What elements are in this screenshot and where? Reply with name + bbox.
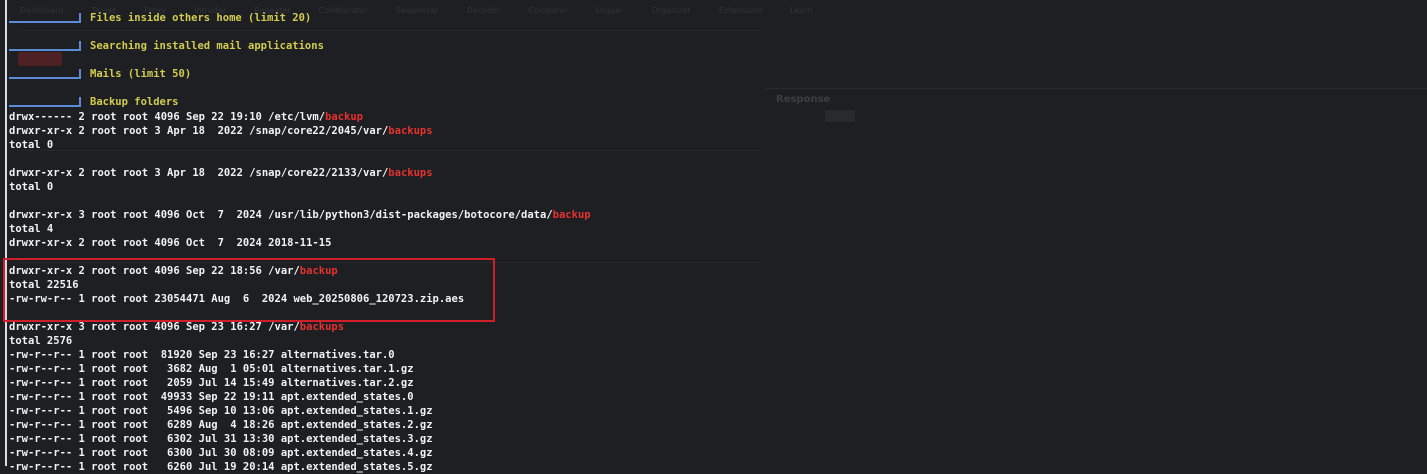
section-header: Mails (limit 50) [9,66,191,82]
terminal-line-text: drwxr-xr-x 3 root root 4096 Oct 7 2024 /… [9,209,553,221]
terminal-line-text: -rw-r--r-- 1 root root 6260 Jul 19 20:14… [9,461,433,473]
terminal-line: drwxr-xr-x 3 root root 4096 Oct 7 2024 /… [9,208,591,222]
terminal-line: drwx------ 2 root root 4096 Sep 22 19:10… [9,110,363,124]
terminal-line-text: -rw-r--r-- 1 root root 6302 Jul 31 13:30… [9,433,433,445]
terminal-line-text: total 4 [9,223,54,235]
terminal-window[interactable]: Files inside others home (limit 20) Sear… [0,0,1427,473]
terminal-highlight-text: backups [299,321,345,333]
terminal-line: drwxr-xr-x 2 root root 4096 Oct 7 2024 2… [9,236,331,250]
section-header: Backup folders [9,94,179,110]
section-header: Files inside others home (limit 20) [9,10,311,26]
section-header-text: Searching installed mail applications [90,40,324,52]
bracket-icon [9,69,81,79]
terminal-line-text: -rw-r--r-- 1 root root 49933 Sep 22 19:1… [9,391,414,403]
terminal-highlight-text: backups [388,125,433,137]
highlight-annotation-box [3,258,495,322]
terminal-line: -rw-r--r-- 1 root root 5496 Sep 10 13:06… [9,404,433,418]
bracket-icon [9,13,81,23]
terminal-line-text: -rw-r--r-- 1 root root 81920 Sep 23 16:2… [9,349,395,361]
terminal-highlight-text: backups [388,167,433,179]
terminal-line: total 2576 [9,334,72,348]
terminal-line-text: drwx------ 2 root root 4096 Sep 22 19:10… [9,111,326,123]
terminal-line-text: total 0 [9,181,54,193]
terminal-line-text: drwxr-xr-x 3 root root 4096 Sep 23 16:27… [9,321,300,333]
terminal-line-text: -rw-r--r-- 1 root root 2059 Jul 14 15:49… [9,377,414,389]
terminal-line: drwxr-xr-x 2 root root 3 Apr 18 2022 /sn… [9,166,433,180]
terminal-line: -rw-r--r-- 1 root root 2059 Jul 14 15:49… [9,376,414,390]
terminal-line: -rw-r--r-- 1 root root 6302 Jul 31 13:30… [9,432,433,446]
terminal-line: drwxr-xr-x 2 root root 3 Apr 18 2022 /sn… [9,124,433,138]
terminal-line-text: drwxr-xr-x 2 root root 3 Apr 18 2022 /sn… [9,167,389,179]
section-header: Searching installed mail applications [9,38,324,54]
terminal-line-text: -rw-r--r-- 1 root root 6289 Aug 4 18:26 … [9,419,433,431]
terminal-line: -rw-r--r-- 1 root root 81920 Sep 23 16:2… [9,348,395,362]
terminal-line: total 0 [9,180,53,194]
terminal-highlight-text: backup [325,111,364,123]
terminal-left-border [5,0,7,466]
terminal-line: drwxr-xr-x 3 root root 4096 Sep 23 16:27… [9,320,344,334]
terminal-highlight-text: backup [552,209,591,221]
terminal-line-text: -rw-r--r-- 1 root root 5496 Sep 10 13:06… [9,405,433,417]
section-header-text: Files inside others home (limit 20) [90,12,312,24]
terminal-line-text: total 0 [9,139,54,151]
section-header-text: Mails (limit 50) [90,68,192,80]
terminal-line-text: total 2576 [9,335,73,347]
terminal-line-text: drwxr-xr-x 2 root root 3 Apr 18 2022 /sn… [9,125,389,137]
terminal-line-text: -rw-r--r-- 1 root root 6300 Jul 30 08:09… [9,447,433,459]
bracket-icon [9,97,81,107]
terminal-line: -rw-r--r-- 1 root root 6289 Aug 4 18:26 … [9,418,433,432]
terminal-line-text: drwxr-xr-x 2 root root 4096 Oct 7 2024 2… [9,237,332,249]
terminal-line: total 4 [9,222,53,236]
terminal-line: -rw-r--r-- 1 root root 6260 Jul 19 20:14… [9,460,433,474]
terminal-line-text: -rw-r--r-- 1 root root 3682 Aug 1 05:01 … [9,363,414,375]
terminal-line: -rw-r--r-- 1 root root 49933 Sep 22 19:1… [9,390,414,404]
bracket-icon [9,41,81,51]
section-header-text: Backup folders [90,96,179,108]
terminal-line: -rw-r--r-- 1 root root 6300 Jul 30 08:09… [9,446,433,460]
terminal-line: -rw-r--r-- 1 root root 3682 Aug 1 05:01 … [9,362,414,376]
terminal-line: total 0 [9,138,53,152]
